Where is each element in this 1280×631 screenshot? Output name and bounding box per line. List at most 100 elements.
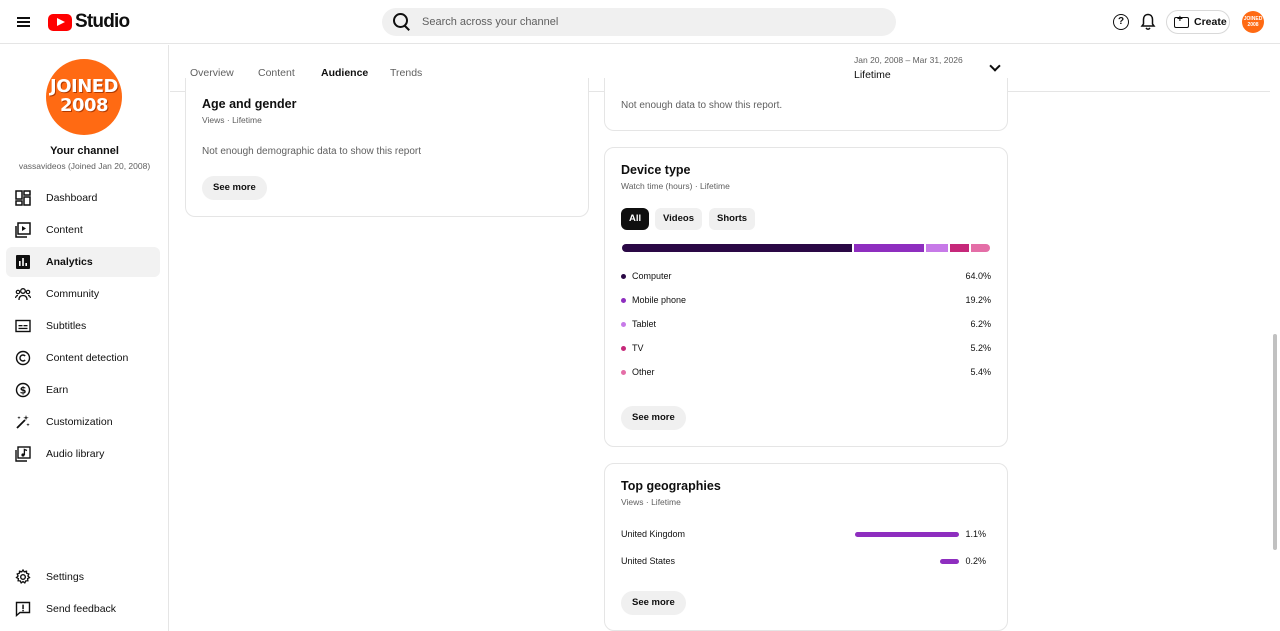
sidebar-item-label: Earn: [46, 384, 69, 396]
audio-library-icon: [15, 446, 31, 462]
device-name: Computer: [632, 271, 672, 281]
sidebar-item-label: Customization: [46, 416, 113, 428]
device-row: Mobile phone 19.2%: [621, 294, 991, 308]
chip-all[interactable]: All: [621, 208, 650, 230]
help-icon[interactable]: ?: [1113, 14, 1129, 30]
sidebar-item-label: Dashboard: [46, 192, 98, 204]
sidebar-item-dashboard[interactable]: Dashboard: [6, 183, 160, 213]
sidebar-item-send-feedback[interactable]: Send feedback: [6, 594, 160, 624]
community-icon: [15, 288, 31, 301]
card-subtitle: Views · Lifetime: [621, 497, 681, 507]
studio-logo[interactable]: Studio: [48, 11, 130, 33]
feedback-icon: [15, 601, 31, 617]
legend-dot: [621, 298, 626, 303]
card-subtitle: Watch time (hours) · Lifetime: [621, 181, 730, 191]
no-data-message: Not enough data to show this report.: [621, 100, 783, 111]
geography-row: United Kingdom 1.1%: [621, 528, 991, 542]
sidebar-item-subtitles[interactable]: Subtitles: [6, 311, 160, 341]
sidebar-item-label: Audio library: [46, 448, 105, 460]
hamburger-menu-icon[interactable]: [12, 10, 36, 34]
channel-subtitle: vassavideos (Joined Jan 20, 2008): [18, 161, 151, 171]
device-value: 19.2%: [965, 295, 991, 305]
device-name: TV: [632, 343, 644, 353]
device-bar-segment: [949, 244, 969, 252]
device-share-bar: [622, 244, 990, 252]
device-name: Mobile phone: [632, 295, 687, 305]
top-geographies-card: Top geographies Views · Lifetime United …: [604, 463, 1008, 631]
top-card: Not enough data to show this report.: [604, 78, 1008, 131]
card-subtitle: Views · Lifetime: [202, 115, 262, 125]
sidebar-item-community[interactable]: Community: [6, 279, 160, 309]
sidebar-item-settings[interactable]: Settings: [6, 562, 160, 592]
device-value: 5.4%: [970, 367, 991, 377]
sidebar-item-label: Content detection: [46, 352, 129, 364]
subtitles-icon: [15, 319, 31, 333]
chip-shorts[interactable]: Shorts: [709, 208, 756, 230]
see-more-button[interactable]: See more: [202, 176, 267, 200]
sidebar-item-label: Send feedback: [46, 603, 117, 615]
create-button[interactable]: Create: [1166, 10, 1230, 34]
youtube-play-icon: [48, 13, 72, 31]
device-row: Other 5.4%: [621, 366, 991, 380]
channel-avatar[interactable]: JOINED 2008: [46, 59, 122, 135]
copyright-icon: [15, 350, 31, 366]
country-value: 0.2%: [965, 556, 986, 566]
see-more-button[interactable]: See more: [621, 591, 686, 615]
sidebar-item-audio-library[interactable]: Audio library: [6, 439, 160, 469]
sidebar: JOINED 2008 Your channel vassavideos (Jo…: [0, 45, 169, 631]
device-type-card: Device type Watch time (hours) · Lifetim…: [604, 147, 1008, 447]
magic-wand-icon: [16, 415, 30, 429]
chip-videos[interactable]: Videos: [655, 208, 702, 230]
age-gender-card: Age and gender Views · Lifetime Not enou…: [185, 78, 589, 217]
geography-row: United States 0.2%: [621, 555, 991, 569]
device-bar-segment: [854, 244, 924, 252]
sidebar-item-content[interactable]: Content: [6, 215, 160, 245]
device-bar-segment: [622, 244, 853, 252]
sidebar-item-label: Content: [46, 224, 83, 236]
card-title: Age and gender: [202, 97, 297, 111]
geography-bar: [855, 532, 959, 537]
device-name: Other: [632, 367, 655, 377]
see-more-button[interactable]: See more: [621, 406, 686, 430]
country-name: United Kingdom: [621, 529, 686, 539]
card-title: Device type: [621, 163, 691, 177]
device-value: 5.2%: [970, 343, 991, 353]
legend-dot: [621, 346, 626, 351]
country-value: 1.1%: [965, 529, 986, 539]
legend-dot: [621, 370, 626, 375]
sidebar-item-label: Settings: [46, 571, 84, 583]
device-row: Computer 64.0%: [621, 270, 991, 284]
sidebar-item-label: Analytics: [46, 256, 93, 268]
content-icon: [15, 222, 31, 238]
sidebar-item-customization[interactable]: Customization: [6, 407, 160, 437]
device-name: Tablet: [632, 319, 657, 329]
search-icon[interactable]: [392, 12, 412, 32]
channel-avatar-line1: JOINED: [50, 76, 119, 97]
create-video-icon: [1174, 14, 1189, 28]
dollar-icon: $: [15, 382, 31, 398]
search-bar[interactable]: [382, 8, 896, 36]
search-input[interactable]: [422, 16, 862, 28]
account-avatar[interactable]: JOINED 2008: [1242, 11, 1264, 33]
sidebar-item-analytics[interactable]: Analytics: [6, 247, 160, 277]
create-label: Create: [1194, 16, 1227, 28]
gear-icon: [15, 569, 31, 584]
no-data-message: Not enough demographic data to show this…: [202, 146, 422, 157]
channel-avatar-line2: 2008: [59, 95, 109, 116]
sidebar-item-label: Community: [46, 288, 100, 300]
sidebar-item-earn[interactable]: $ Earn: [6, 375, 160, 405]
device-bar-segment: [970, 244, 990, 252]
device-bar-segment: [925, 244, 948, 252]
sidebar-item-content-detection[interactable]: Content detection: [6, 343, 160, 373]
svg-text:$: $: [20, 386, 27, 397]
sidebar-item-label: Subtitles: [46, 320, 87, 332]
device-row: TV 5.2%: [621, 342, 991, 356]
notifications-bell-icon[interactable]: [1140, 13, 1156, 31]
dashboard-icon: [15, 190, 31, 206]
device-row: Tablet 6.2%: [621, 318, 991, 332]
top-bar: Studio ? Create JOINED 2008: [0, 0, 1280, 44]
page-scrollbar[interactable]: [1273, 334, 1277, 550]
channel-title: Your channel: [50, 145, 119, 157]
country-name: United States: [621, 556, 676, 566]
device-value: 6.2%: [970, 319, 991, 329]
